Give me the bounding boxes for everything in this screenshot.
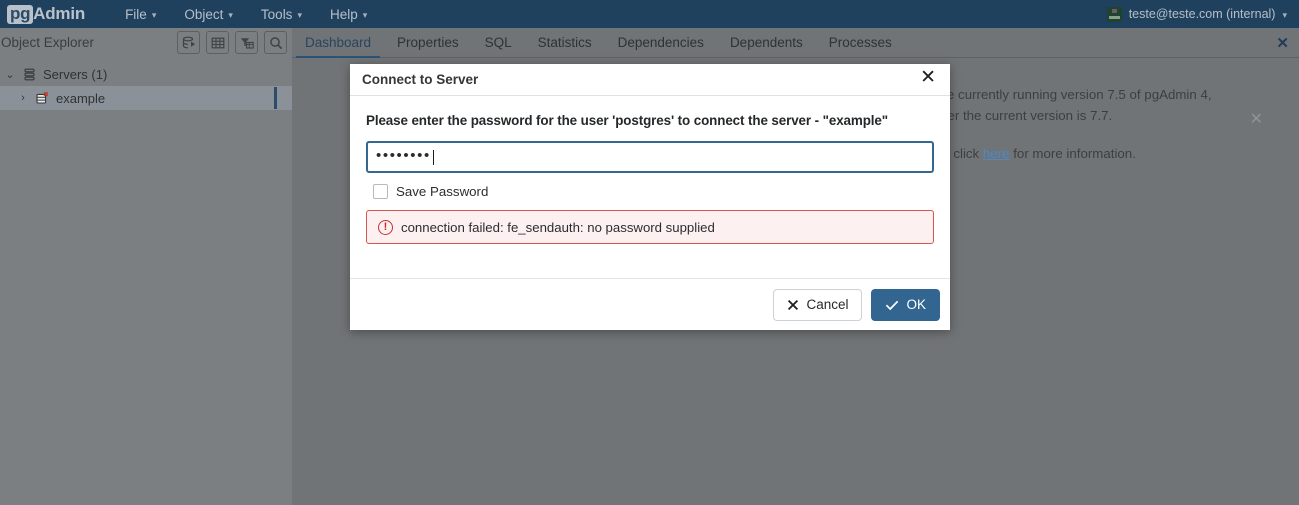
- user-menu[interactable]: teste@teste.com (internal) ▾: [1106, 6, 1299, 22]
- user-account-icon: [1106, 6, 1122, 22]
- dialog-message: Please enter the password for the user '…: [366, 113, 889, 128]
- tab-properties[interactable]: Properties: [384, 28, 472, 57]
- object-explorer-header: Object Explorer: [0, 28, 292, 57]
- chevron-down-icon: ▾: [228, 9, 233, 20]
- filter-table-icon[interactable]: [235, 31, 258, 54]
- object-explorer-title: Object Explorer: [1, 35, 95, 50]
- tab-sql[interactable]: SQL: [472, 28, 525, 57]
- tab-properties-label: Properties: [397, 35, 459, 50]
- version-notification: You are currently running version 7.5 of…: [909, 76, 1289, 172]
- error-icon: !: [378, 219, 393, 235]
- tab-dashboard-label: Dashboard: [305, 35, 372, 50]
- tab-dashboard[interactable]: Dashboard: [292, 28, 384, 58]
- tab-statistics-label: Statistics: [537, 35, 592, 50]
- tab-dependencies-label: Dependencies: [617, 35, 704, 50]
- error-message: connection failed: fe_sendauth: no passw…: [401, 219, 715, 235]
- chevron-right-icon[interactable]: ›: [17, 92, 29, 104]
- menu-bar: File ▾ Object ▾ Tools ▾ Help ▾: [111, 3, 381, 26]
- version-notification-link-line: Please click here for more information.: [909, 143, 1224, 164]
- dialog-header: Connect to Server ✕: [350, 64, 950, 96]
- tree-item-example-label: example: [56, 90, 106, 106]
- error-alert: ! connection failed: fe_sendauth: no pas…: [366, 210, 934, 244]
- tab-bar: Dashboard Properties SQL Statistics Depe…: [292, 28, 1299, 58]
- chevron-down-icon: ▾: [297, 9, 302, 20]
- connect-to-server-dialog: Connect to Server ✕ Please enter the pas…: [350, 64, 950, 330]
- server-disconnected-icon: [35, 91, 50, 106]
- object-explorer-toolbar: [177, 31, 287, 54]
- close-icon[interactable]: ✕: [920, 67, 936, 89]
- menu-tools[interactable]: Tools ▾: [247, 3, 316, 26]
- check-icon: [886, 300, 899, 310]
- more-information-link[interactable]: here: [983, 146, 1010, 161]
- menu-help[interactable]: Help ▾: [316, 3, 381, 26]
- tab-dependencies[interactable]: Dependencies: [605, 28, 717, 57]
- ok-button-label: OK: [906, 297, 926, 312]
- menu-file-label: File: [125, 6, 147, 22]
- x-icon: [788, 299, 799, 310]
- password-input[interactable]: ••••••••: [366, 141, 934, 173]
- table-grid-icon[interactable]: [206, 31, 229, 54]
- save-password-checkbox[interactable]: [373, 184, 388, 199]
- menu-object-label: Object: [184, 6, 224, 22]
- search-icon[interactable]: [264, 31, 287, 54]
- menu-help-label: Help: [329, 6, 358, 22]
- tree-item-servers-label: Servers (1): [43, 66, 108, 82]
- version-notification-text: You are currently running version 7.5 of…: [909, 87, 1212, 123]
- tab-processes[interactable]: Processes: [816, 28, 905, 57]
- object-explorer-panel: Object Explorer ⌄ Servers (1) › example: [0, 28, 292, 505]
- tree-item-servers[interactable]: ⌄ Servers (1): [0, 62, 292, 86]
- pgadmin-logo: pg Admin: [4, 4, 86, 24]
- dialog-body: Please enter the password for the user '…: [350, 96, 950, 278]
- text-cursor: [432, 149, 434, 165]
- dialog-title: Connect to Server: [362, 72, 479, 87]
- menu-object[interactable]: Object ▾: [170, 3, 247, 26]
- tab-dependents-label: Dependents: [729, 35, 803, 50]
- tab-sql-label: SQL: [484, 35, 512, 50]
- chevron-down-icon: ▾: [362, 9, 368, 20]
- close-tab-button[interactable]: ✕: [1266, 28, 1299, 57]
- tab-processes-label: Processes: [828, 35, 892, 50]
- logo-pg-badge: pg: [7, 4, 34, 24]
- cancel-button-label: Cancel: [806, 297, 849, 312]
- top-navbar: pg Admin File ▾ Object ▾ Tools ▾ Help ▾ …: [0, 0, 1299, 28]
- tab-statistics[interactable]: Statistics: [525, 28, 605, 57]
- password-value: ••••••••: [376, 147, 431, 164]
- user-account-label: teste@teste.com (internal): [1128, 7, 1276, 21]
- logo-admin-text: Admin: [33, 4, 86, 23]
- cancel-button[interactable]: Cancel: [773, 288, 863, 321]
- save-password-row[interactable]: Save Password: [366, 184, 934, 199]
- ok-button[interactable]: OK: [871, 288, 940, 321]
- servers-icon: [22, 67, 37, 82]
- version-notification-suffix: for more information.: [1009, 146, 1136, 161]
- tab-dependents[interactable]: Dependents: [717, 28, 816, 57]
- save-password-label: Save Password: [396, 184, 489, 199]
- chevron-down-icon[interactable]: ⌄: [4, 68, 16, 81]
- chevron-down-icon: ▾: [151, 9, 157, 20]
- tree-item-example[interactable]: › example: [0, 86, 292, 110]
- add-server-icon[interactable]: [177, 31, 200, 54]
- menu-file[interactable]: File ▾: [111, 3, 170, 26]
- dismiss-notification-button[interactable]: ✕: [1250, 112, 1263, 128]
- dialog-footer: Cancel OK: [350, 278, 950, 330]
- chevron-down-icon: ▾: [1282, 9, 1287, 20]
- server-tree: ⌄ Servers (1) › example: [0, 57, 292, 110]
- menu-tools-label: Tools: [260, 6, 293, 22]
